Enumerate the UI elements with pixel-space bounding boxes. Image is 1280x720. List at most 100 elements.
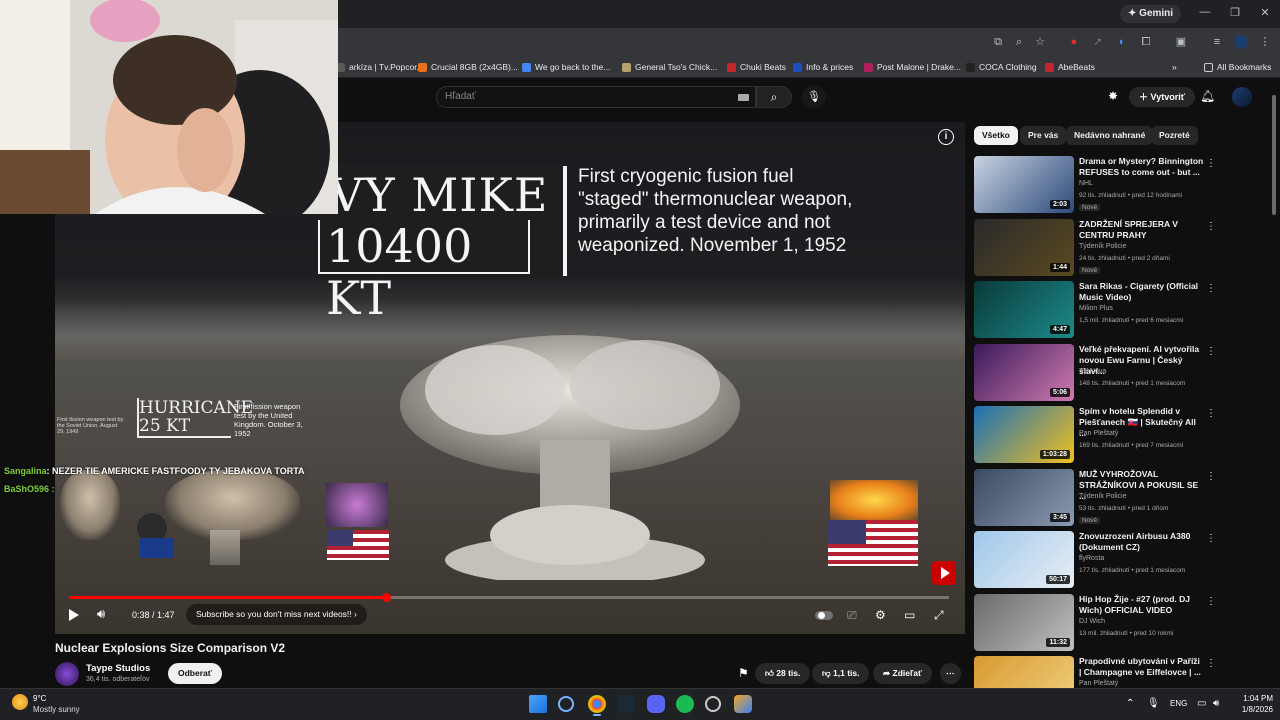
close-icon[interactable]: ✕	[1258, 6, 1272, 19]
start-windows-icon[interactable]	[529, 695, 547, 713]
info-icon[interactable]: i	[938, 129, 954, 145]
subscribe-chapter-pill[interactable]: Subscribe so you don't miss next videos!…	[186, 604, 367, 625]
steam-icon[interactable]	[617, 695, 635, 713]
fullscreen-icon[interactable]: ⤢	[934, 608, 944, 623]
recommendation-item[interactable]: 1:03:28 Spím v hotelu Splendid v Piešťane…	[974, 406, 1274, 466]
recommendation-thumbnail[interactable]: 1:03:28	[974, 406, 1074, 463]
recommendation-thumbnail[interactable]: 4:47	[974, 281, 1074, 338]
search-button[interactable]: ⌕	[756, 86, 792, 108]
filter-chip[interactable]: Pre vás	[1020, 126, 1067, 145]
tray-volume-icon[interactable]: 🔊︎	[1213, 698, 1219, 709]
youtube-extension-icon[interactable]: ✸	[1108, 89, 1118, 103]
recommendation-thumbnail[interactable]: 50:17	[974, 531, 1074, 588]
profile-avatar-icon[interactable]	[1234, 35, 1248, 49]
page-scrollbar-thumb[interactable]	[1272, 95, 1276, 215]
recommendation-thumbnail[interactable]: 11:32	[974, 593, 1074, 651]
voice-search-button[interactable]: 🎙︎	[802, 85, 826, 109]
input-language[interactable]: ENG	[1170, 699, 1187, 708]
more-vert-icon[interactable]: ⋮	[1206, 346, 1216, 357]
search-input[interactable]: Hľadať	[436, 86, 756, 108]
filter-chip[interactable]: Všetko	[974, 126, 1018, 145]
tab-search-icon[interactable]: ▣	[1174, 35, 1188, 49]
recommendation-thumbnail[interactable]: 3:45	[974, 468, 1074, 526]
install-app-icon[interactable]: ⧉	[991, 35, 1005, 49]
progress-scrubber[interactable]	[382, 593, 391, 602]
tray-overflow-icon[interactable]: ⌃	[1126, 698, 1134, 709]
app-icon[interactable]	[734, 695, 752, 713]
dislike-button[interactable]: 👎︎ 1,1 tis.	[812, 663, 870, 684]
extensions-puzzle-icon[interactable]: ⧠	[1139, 35, 1153, 49]
bookmark-item[interactable]: Post Malone | Drake...	[864, 60, 961, 74]
bookmark-item[interactable]: arkíza | Tv.Popcor...	[336, 60, 424, 74]
restore-icon[interactable]: ❐	[1228, 6, 1242, 19]
more-vert-icon[interactable]: ⋮	[1206, 158, 1216, 169]
bookmarks-overflow-icon[interactable]: »	[1172, 60, 1177, 74]
keyboard-icon[interactable]	[738, 94, 749, 101]
account-avatar[interactable]	[1232, 87, 1252, 107]
recommendation-thumbnail[interactable]: 5:06	[974, 343, 1074, 401]
bookmark-item[interactable]: General Tso's Chick...	[622, 60, 717, 74]
bookmark-item[interactable]: Info & prices	[793, 60, 853, 74]
extension-audio-icon[interactable]: ◖	[1114, 35, 1128, 49]
clock-time[interactable]: 1:04 PM	[1233, 694, 1273, 703]
volume-icon[interactable]: 🔊︎	[97, 606, 105, 622]
more-vert-icon[interactable]: ⋮	[1206, 533, 1216, 544]
filter-chip[interactable]: Nedávno nahrané	[1066, 126, 1154, 145]
obs-icon[interactable]	[705, 696, 721, 712]
more-vert-icon[interactable]: ⋮	[1206, 596, 1216, 607]
weather-sun-icon[interactable]	[12, 694, 28, 710]
bookmark-item[interactable]: Crucial 8GB (2x4GB)...	[418, 60, 518, 74]
discord-icon[interactable]	[647, 695, 665, 713]
more-vert-icon[interactable]: ⋮	[1206, 408, 1216, 419]
more-vert-icon[interactable]: ⋮	[1206, 471, 1216, 482]
tray-mic-icon[interactable]: 🎙︎	[1147, 698, 1160, 709]
gemini-button[interactable]: ✦ Gemini	[1120, 5, 1182, 23]
more-vert-icon[interactable]: ⋮	[1258, 35, 1272, 49]
create-button[interactable]: ＋ Vytvoriť	[1129, 87, 1196, 107]
zoom-icon[interactable]: ⌕	[1012, 35, 1026, 49]
clock-date[interactable]: 1/8/2026	[1233, 705, 1273, 714]
theater-mode-icon[interactable]: ▭	[904, 608, 915, 622]
bookmark-item[interactable]: Chuki Beats	[727, 60, 786, 74]
video-duration: 1:03:28	[1039, 450, 1070, 459]
more-vert-icon[interactable]: ⋮	[1206, 221, 1216, 232]
all-bookmarks-label: All Bookmarks	[1217, 62, 1272, 72]
weather-condition[interactable]: Mostly sunny	[33, 705, 80, 714]
more-vert-icon[interactable]: ⋮	[1206, 658, 1216, 669]
bookmark-item[interactable]: COCA Clothing	[966, 60, 1037, 74]
extension-arrow-icon[interactable]: ➚	[1091, 35, 1105, 49]
recommendation-item[interactable]: 1:44 ZADRŽENÍ SPREJERA V CENTRU PRAHY Týde…	[974, 218, 1274, 279]
recommendation-thumbnail[interactable]: 2:03	[974, 156, 1074, 213]
recommendation-item[interactable]: 5:06 Veľké překvapení. AI vytvořila novou…	[974, 343, 1274, 404]
taskbar-search-icon[interactable]	[558, 696, 574, 712]
chrome-icon[interactable]	[588, 695, 606, 713]
bookmark-item[interactable]: AbeBeats	[1045, 60, 1095, 74]
extension-chart-icon[interactable]: ⚑	[738, 666, 749, 680]
filter-chip[interactable]: Pozreté	[1151, 126, 1198, 145]
share-button[interactable]: ➦ Zdieľať	[873, 663, 933, 684]
weather-temperature[interactable]: 9°C	[33, 694, 46, 703]
bookmark-star-icon[interactable]: ☆	[1033, 35, 1047, 49]
recommendation-item[interactable]: 3:45 MUŽ VYHROŽOVAL STRÁŽNÍKOVI A POKUSIL…	[974, 468, 1274, 529]
spotify-icon[interactable]	[676, 695, 694, 713]
extension-opera-icon[interactable]: ●	[1067, 35, 1081, 49]
recommendation-item[interactable]: 50:17 Znovuzrození Airbusu A380 (Dokument…	[974, 531, 1274, 591]
bookmark-item[interactable]: We go back to the...	[522, 60, 610, 74]
recommendation-thumbnail[interactable]: 1:44	[974, 218, 1074, 276]
notifications-bell-icon[interactable]: 🔔︎	[1200, 89, 1215, 103]
recommendation-item[interactable]: 2:03 Drama or Mystery? Binnington REFUSES…	[974, 156, 1274, 216]
subscribe-button[interactable]: Odberať	[168, 663, 222, 684]
recommendation-item[interactable]: 11:32 Hip Hop Žije - #27 (prod. DJ Wich) …	[974, 593, 1274, 654]
channel-avatar[interactable]	[55, 662, 79, 686]
more-vert-icon[interactable]: ⋮	[1206, 283, 1216, 294]
all-bookmarks-button[interactable]: All Bookmarks	[1204, 60, 1271, 74]
minimize-icon[interactable]: —	[1198, 6, 1212, 18]
more-actions-button[interactable]: ⋯	[940, 663, 961, 684]
settings-icon[interactable]: ⚙︎	[875, 608, 886, 622]
tray-network-icon[interactable]: ▭	[1197, 698, 1206, 709]
channel-name[interactable]: Taype Studios	[86, 663, 150, 674]
bookmark-favicon-icon	[793, 62, 802, 72]
captions-icon[interactable]: ⎚	[847, 608, 857, 623]
recommendation-item[interactable]: 4:47 Sara Rikas - Cigarety (Official Musi…	[974, 281, 1274, 341]
menu-lines-icon[interactable]: ≡	[1210, 35, 1224, 49]
